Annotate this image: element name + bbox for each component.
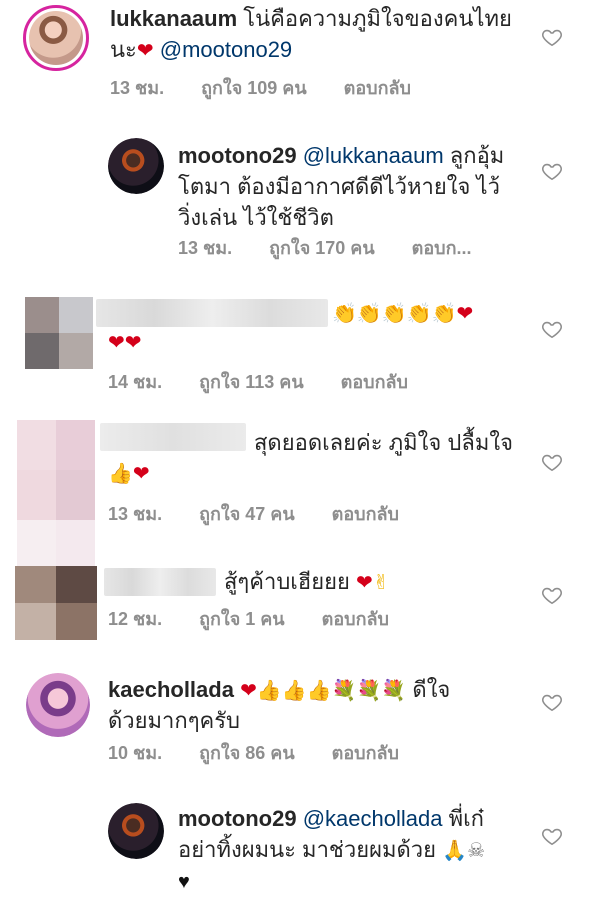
timestamp: 13 ชม. xyxy=(108,504,163,524)
mention-link[interactable]: @kaechollada xyxy=(303,806,443,831)
bouquet-icon: 💐 xyxy=(331,680,357,703)
thumbs-up-icon: 👍 xyxy=(281,680,307,703)
comment-meta: 12 ชม. ถูกใจ 1 คน ตอบกลับ xyxy=(108,604,421,633)
clap-icon: 👏 xyxy=(356,303,382,326)
reply-button[interactable]: ตอบก... xyxy=(412,238,472,258)
reply-button[interactable]: ตอบกลับ xyxy=(322,609,389,629)
reply-button[interactable]: ตอบกลับ xyxy=(344,78,411,98)
thumbs-up-icon: 👍 xyxy=(256,680,282,703)
red-heart-icon: ❤ xyxy=(356,572,373,595)
timestamp: 14 ชม. xyxy=(108,372,163,392)
red-heart-icon: ❤ xyxy=(124,332,142,355)
victory-hand-icon: ✌ xyxy=(372,572,390,595)
comment-meta: 10 ชม. ถูกใจ 86 คน ตอบกลับ xyxy=(108,738,431,767)
clap-icon: 👏 xyxy=(381,303,407,326)
comment-body: สู้ๆค้าบเฮียยย ❤✌ xyxy=(224,566,424,597)
timestamp: 13 ชม. xyxy=(110,78,165,98)
skull-crossbones-icon: ☠ xyxy=(467,840,485,863)
red-heart-icon: ❤ xyxy=(456,303,474,326)
comment-body: 👍❤ xyxy=(108,457,150,488)
reply-button[interactable]: ตอบกลับ xyxy=(341,372,408,392)
comment-text: พี่เก๋ xyxy=(448,806,484,831)
avatar-blurred[interactable] xyxy=(25,297,93,369)
timestamp: 10 ชม. xyxy=(108,743,163,763)
avatar-blurred[interactable] xyxy=(15,566,97,640)
username[interactable]: mootono29 xyxy=(178,806,297,831)
heart-outline-icon[interactable] xyxy=(541,584,563,606)
likes-count[interactable]: ถูกใจ 1 คน xyxy=(199,609,285,629)
heart-outline-icon[interactable] xyxy=(541,451,563,473)
heart-outline-icon[interactable] xyxy=(541,825,563,847)
heart-outline-icon[interactable] xyxy=(541,691,563,713)
comment-body: mootono29 @kaechollada พี่เก๋ อย่าทิ้งผม… xyxy=(178,803,538,896)
avatar[interactable] xyxy=(108,138,164,194)
likes-count[interactable]: ถูกใจ 86 คน xyxy=(199,743,295,763)
username[interactable]: kaechollada xyxy=(108,677,234,702)
bouquet-icon: 💐 xyxy=(381,680,407,703)
folded-hands-icon: 🙏 xyxy=(442,840,468,863)
username-blurred xyxy=(96,299,328,327)
comment-body: 👏👏👏👏👏❤ xyxy=(332,297,542,328)
comment-meta: 14 ชม. ถูกใจ 113 คน ตอบกลับ xyxy=(108,367,440,396)
timestamp: 13 ชม. xyxy=(178,238,233,258)
comment-body: สุดยอดเลยค่ะ ภูมิใจ ปลื้มใจ xyxy=(254,427,544,458)
heart-outline-icon[interactable] xyxy=(541,318,563,340)
comment-body: lukkanaaum โน่คือความภูมิใจของคนไทย นะ❤ … xyxy=(110,3,540,65)
comment-meta: 13 ชม. ถูกใจ 47 คน ตอบกลับ xyxy=(108,499,431,528)
comment-text: สุดยอดเลยค่ะ ภูมิใจ ปลื้มใจ xyxy=(254,430,513,455)
red-heart-icon: ❤ xyxy=(136,40,154,63)
comment-text: วิ่งเล่น ไว้ใช้ชีวิต xyxy=(178,205,334,230)
heart-outline-icon[interactable] xyxy=(541,26,563,48)
red-heart-icon: ❤ xyxy=(132,463,150,486)
comment-body: ❤❤ xyxy=(108,326,142,357)
heart-outline-icon[interactable] xyxy=(541,160,563,182)
likes-count[interactable]: ถูกใจ 170 คน xyxy=(269,238,375,258)
timestamp: 12 ชม. xyxy=(108,609,163,629)
comment-body: mootono29 @lukkanaaum ลูกอุ้ม โตมา ต้องม… xyxy=(178,140,538,233)
likes-count[interactable]: ถูกใจ 113 คน xyxy=(199,372,304,392)
reply-button[interactable]: ตอบกลับ xyxy=(332,743,399,763)
mention-link[interactable]: @mootono29 xyxy=(160,37,292,62)
comment-meta: 13 ชม. ถูกใจ 170 คน ตอบก... xyxy=(178,233,503,262)
username-blurred xyxy=(100,423,246,451)
username-blurred xyxy=(104,568,216,596)
avatar-blurred[interactable] xyxy=(17,420,95,570)
likes-count[interactable]: ถูกใจ 47 คน xyxy=(199,504,295,524)
username[interactable]: mootono29 xyxy=(178,143,297,168)
avatar[interactable] xyxy=(23,5,89,71)
likes-count[interactable]: ถูกใจ 109 คน xyxy=(201,78,307,98)
avatar[interactable] xyxy=(26,673,90,737)
comment-text: ด้วยมากๆครับ xyxy=(108,708,241,733)
red-heart-icon: ❤ xyxy=(240,680,257,703)
comment-meta: 13 ชม. ถูกใจ 109 คน ตอบกลับ xyxy=(110,73,443,102)
bouquet-icon: 💐 xyxy=(356,680,382,703)
username[interactable]: lukkanaaum xyxy=(110,6,237,31)
clap-icon: 👏 xyxy=(332,303,357,326)
reply-button[interactable]: ตอบกลับ xyxy=(332,504,399,524)
comment-text: อย่าทิ้งผมนะ มาช่วยผมด้วย xyxy=(178,837,437,862)
black-heart-icon: ♥ xyxy=(178,871,190,894)
comment-text: สู้ๆค้าบเฮียยย xyxy=(224,569,350,594)
clap-icon: 👏 xyxy=(406,303,432,326)
mention-link[interactable]: @lukkanaaum xyxy=(303,143,444,168)
comment-text: นะ xyxy=(110,37,137,62)
comment-text: ดีใจ xyxy=(412,677,451,702)
comment-text: โตมา ต้องมีอากาศดีดีไว้หายใจ ไว้ xyxy=(178,174,500,199)
thumbs-up-icon: 👍 xyxy=(108,463,133,486)
avatar[interactable] xyxy=(108,803,164,859)
thumbs-up-icon: 👍 xyxy=(306,680,332,703)
clap-icon: 👏 xyxy=(431,303,457,326)
comment-text: โน่คือความภูมิใจของคนไทย xyxy=(243,6,512,31)
red-heart-icon: ❤ xyxy=(108,332,125,355)
comment-body: kaechollada ❤👍👍👍💐💐💐 ดีใจ ด้วยมากๆครับ xyxy=(108,674,538,736)
comment-text: ลูกอุ้ม xyxy=(449,143,505,168)
